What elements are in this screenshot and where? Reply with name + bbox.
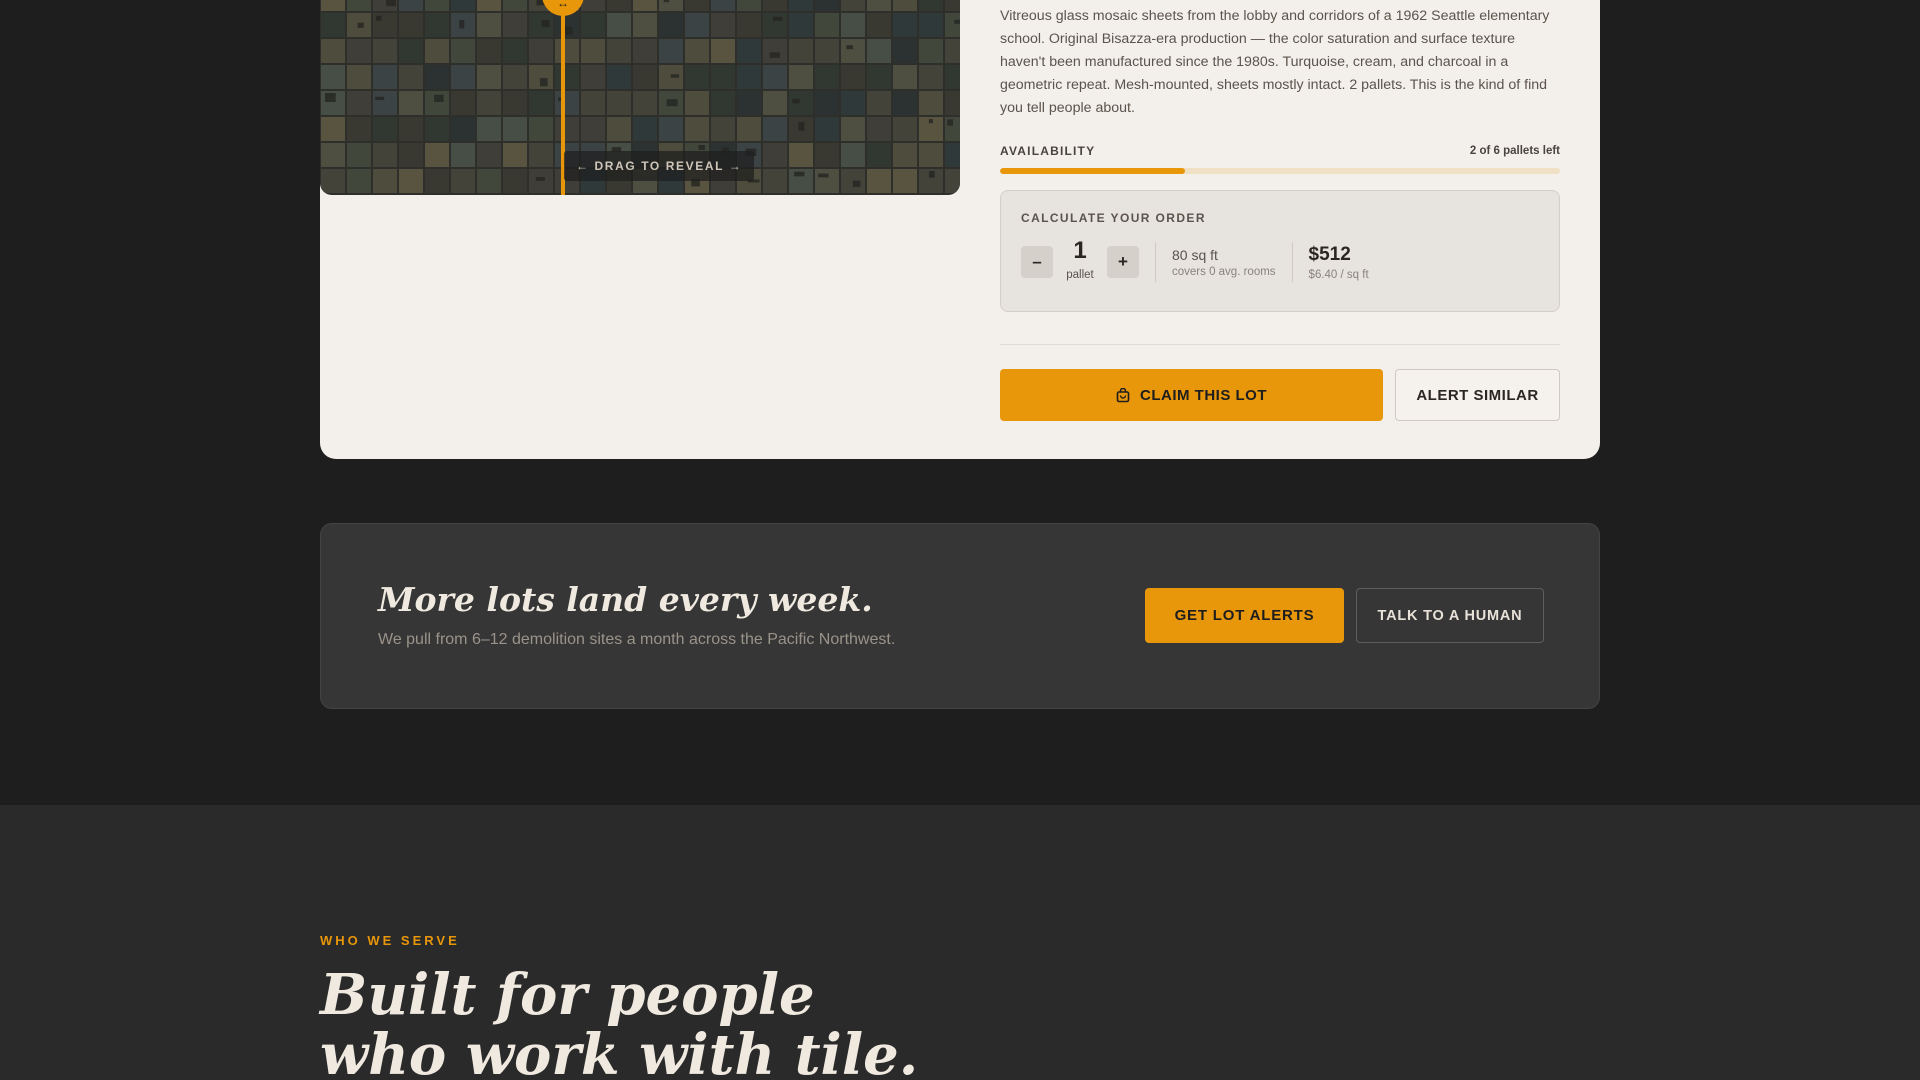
availability-bar-fill [1000, 168, 1185, 174]
product-card: ↔ ← DRAG TO REVEAL → Vitreous glass mosa… [320, 0, 1600, 459]
who-we-serve-section: WHO WE SERVE Built for people who work w… [0, 805, 1920, 1080]
divider [1000, 344, 1560, 345]
calculator-title: CALCULATE YOUR ORDER [1021, 211, 1206, 225]
quantity-unit: pallet [1066, 269, 1094, 281]
product-details: Vitreous glass mosaic sheets from the lo… [1000, 0, 1560, 421]
price-block: $512 $6.40 / sq ft [1309, 244, 1369, 281]
bag-icon [1116, 387, 1130, 402]
drag-to-reveal-label: ← DRAG TO REVEAL → [564, 151, 755, 181]
cta-banner: More lots land every week. We pull from … [320, 523, 1600, 709]
talk-to-human-button[interactable]: TALK TO A HUMAN [1356, 588, 1544, 643]
availability-count: 2 of 6 pallets left [1469, 145, 1560, 157]
availability-label: AVAILABILITY [1000, 144, 1096, 158]
drag-arrows-icon: ↔ [557, 0, 569, 10]
section-eyebrow: WHO WE SERVE [320, 933, 460, 948]
cta-title: More lots land every week. [378, 580, 873, 619]
decrement-button[interactable]: – [1021, 246, 1053, 278]
quantity-stepper: 1 pallet [1053, 237, 1107, 281]
section-title-line-2: who work with tile. [320, 1022, 919, 1080]
increment-button[interactable]: + [1107, 246, 1139, 278]
coverage-sqft: 80 sq ft [1172, 246, 1218, 263]
cta-subtitle: We pull from 6–12 demolition sites a mon… [378, 631, 896, 648]
coverage-rooms: covers 0 avg. rooms [1172, 265, 1276, 278]
product-description: Vitreous glass mosaic sheets from the lo… [1000, 8, 1550, 116]
get-lot-alerts-button[interactable]: GET LOT ALERTS [1145, 588, 1344, 643]
claim-lot-button[interactable]: CLAIM THIS LOT [1000, 369, 1383, 421]
total-price: $512 [1308, 243, 1351, 265]
tile-reveal-image[interactable]: ↔ ← DRAG TO REVEAL → [320, 0, 960, 195]
order-calculator: CALCULATE YOUR ORDER – 1 pallet + 80 sq … [1000, 190, 1560, 312]
section-title-line-1: Built for people [320, 962, 815, 1028]
availability-bar [1000, 168, 1560, 174]
calculator-divider [1155, 242, 1156, 282]
coverage-block: 80 sq ft covers 0 avg. rooms [1172, 247, 1276, 278]
calculator-row: – 1 pallet + 80 sq ft covers 0 avg. room… [1021, 237, 1539, 282]
unit-price: $6.40 / sq ft [1308, 268, 1369, 281]
calculator-divider [1291, 242, 1293, 282]
section-title: Built for people who work with tile. [320, 965, 918, 1080]
availability-row: AVAILABILITY 2 of 6 pallets left [1000, 144, 1560, 158]
claim-lot-label: CLAIM THIS LOT [1140, 386, 1267, 404]
alert-similar-button[interactable]: ALERT SIMILAR [1395, 369, 1560, 421]
action-row: CLAIM THIS LOT ALERT SIMILAR [1000, 369, 1560, 421]
quantity-value: 1 [1073, 237, 1087, 264]
